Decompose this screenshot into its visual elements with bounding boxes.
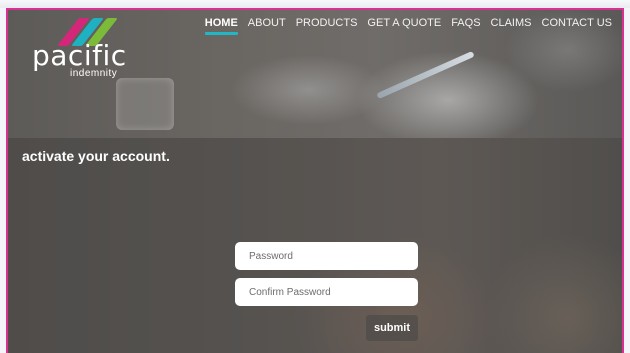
brand-tagline: indemnity: [70, 68, 118, 79]
nav-products[interactable]: PRODUCTS: [291, 15, 363, 31]
glass-decoration: [116, 78, 174, 130]
confirm-password-input[interactable]: [235, 278, 418, 306]
nav-home[interactable]: HOME: [200, 15, 243, 35]
browser-top-bar: [0, 0, 630, 8]
nav-get-a-quote[interactable]: GET A QUOTE: [362, 15, 446, 31]
brand-name: pacific: [32, 39, 127, 72]
nav-about[interactable]: ABOUT: [243, 15, 291, 31]
main-nav: HOME ABOUT PRODUCTS GET A QUOTE FAQS CLA…: [200, 15, 618, 35]
page-frame: pacific indemnity HOME ABOUT PRODUCTS GE…: [6, 8, 624, 353]
nav-contact-us[interactable]: CONTACT US: [537, 15, 618, 31]
nav-faqs[interactable]: FAQS: [446, 15, 485, 31]
password-input[interactable]: [235, 242, 418, 270]
nav-claims[interactable]: CLAIMS: [486, 15, 537, 31]
submit-button[interactable]: submit: [366, 315, 418, 341]
page-heading: activate your account.: [22, 148, 170, 164]
brand-logo[interactable]: pacific indemnity: [30, 16, 140, 80]
